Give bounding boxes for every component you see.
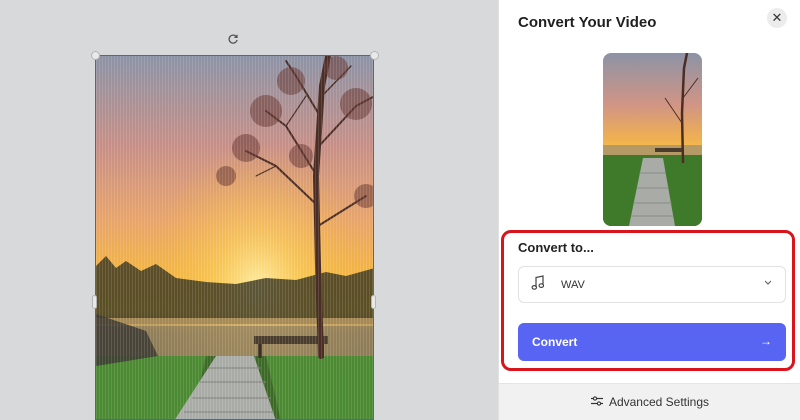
advanced-settings-button[interactable]: Advanced Settings	[499, 383, 800, 420]
close-button[interactable]: ✕	[767, 8, 787, 28]
panel-title: Convert Your Video	[518, 14, 657, 31]
sunset-thumbnail-image	[603, 53, 702, 226]
video-frame[interactable]	[95, 55, 374, 420]
format-select-value: WAV	[561, 278, 585, 291]
convert-panel: Convert Your Video ✕ Convert to... WAV C…	[498, 0, 800, 420]
resize-handle-top-left[interactable]	[91, 51, 100, 60]
sliders-icon	[590, 395, 603, 409]
editor-canvas	[0, 0, 498, 420]
resize-handle-top-right[interactable]	[370, 51, 379, 60]
video-thumbnail	[603, 53, 702, 226]
convert-to-label: Convert to...	[518, 240, 594, 255]
rotate-icon[interactable]	[226, 32, 240, 46]
sunset-lake-image	[96, 56, 373, 419]
resize-handle-left[interactable]	[92, 295, 97, 309]
advanced-settings-label: Advanced Settings	[608, 395, 710, 409]
chevron-down-icon	[763, 277, 773, 290]
resize-handle-right[interactable]	[371, 295, 376, 309]
convert-button[interactable]: Convert →	[518, 323, 786, 361]
convert-button-label: Convert	[532, 335, 578, 349]
close-icon: ✕	[771, 10, 783, 25]
music-note-icon	[531, 275, 549, 294]
format-select[interactable]: WAV	[518, 266, 786, 303]
arrow-right-icon: →	[760, 334, 772, 348]
